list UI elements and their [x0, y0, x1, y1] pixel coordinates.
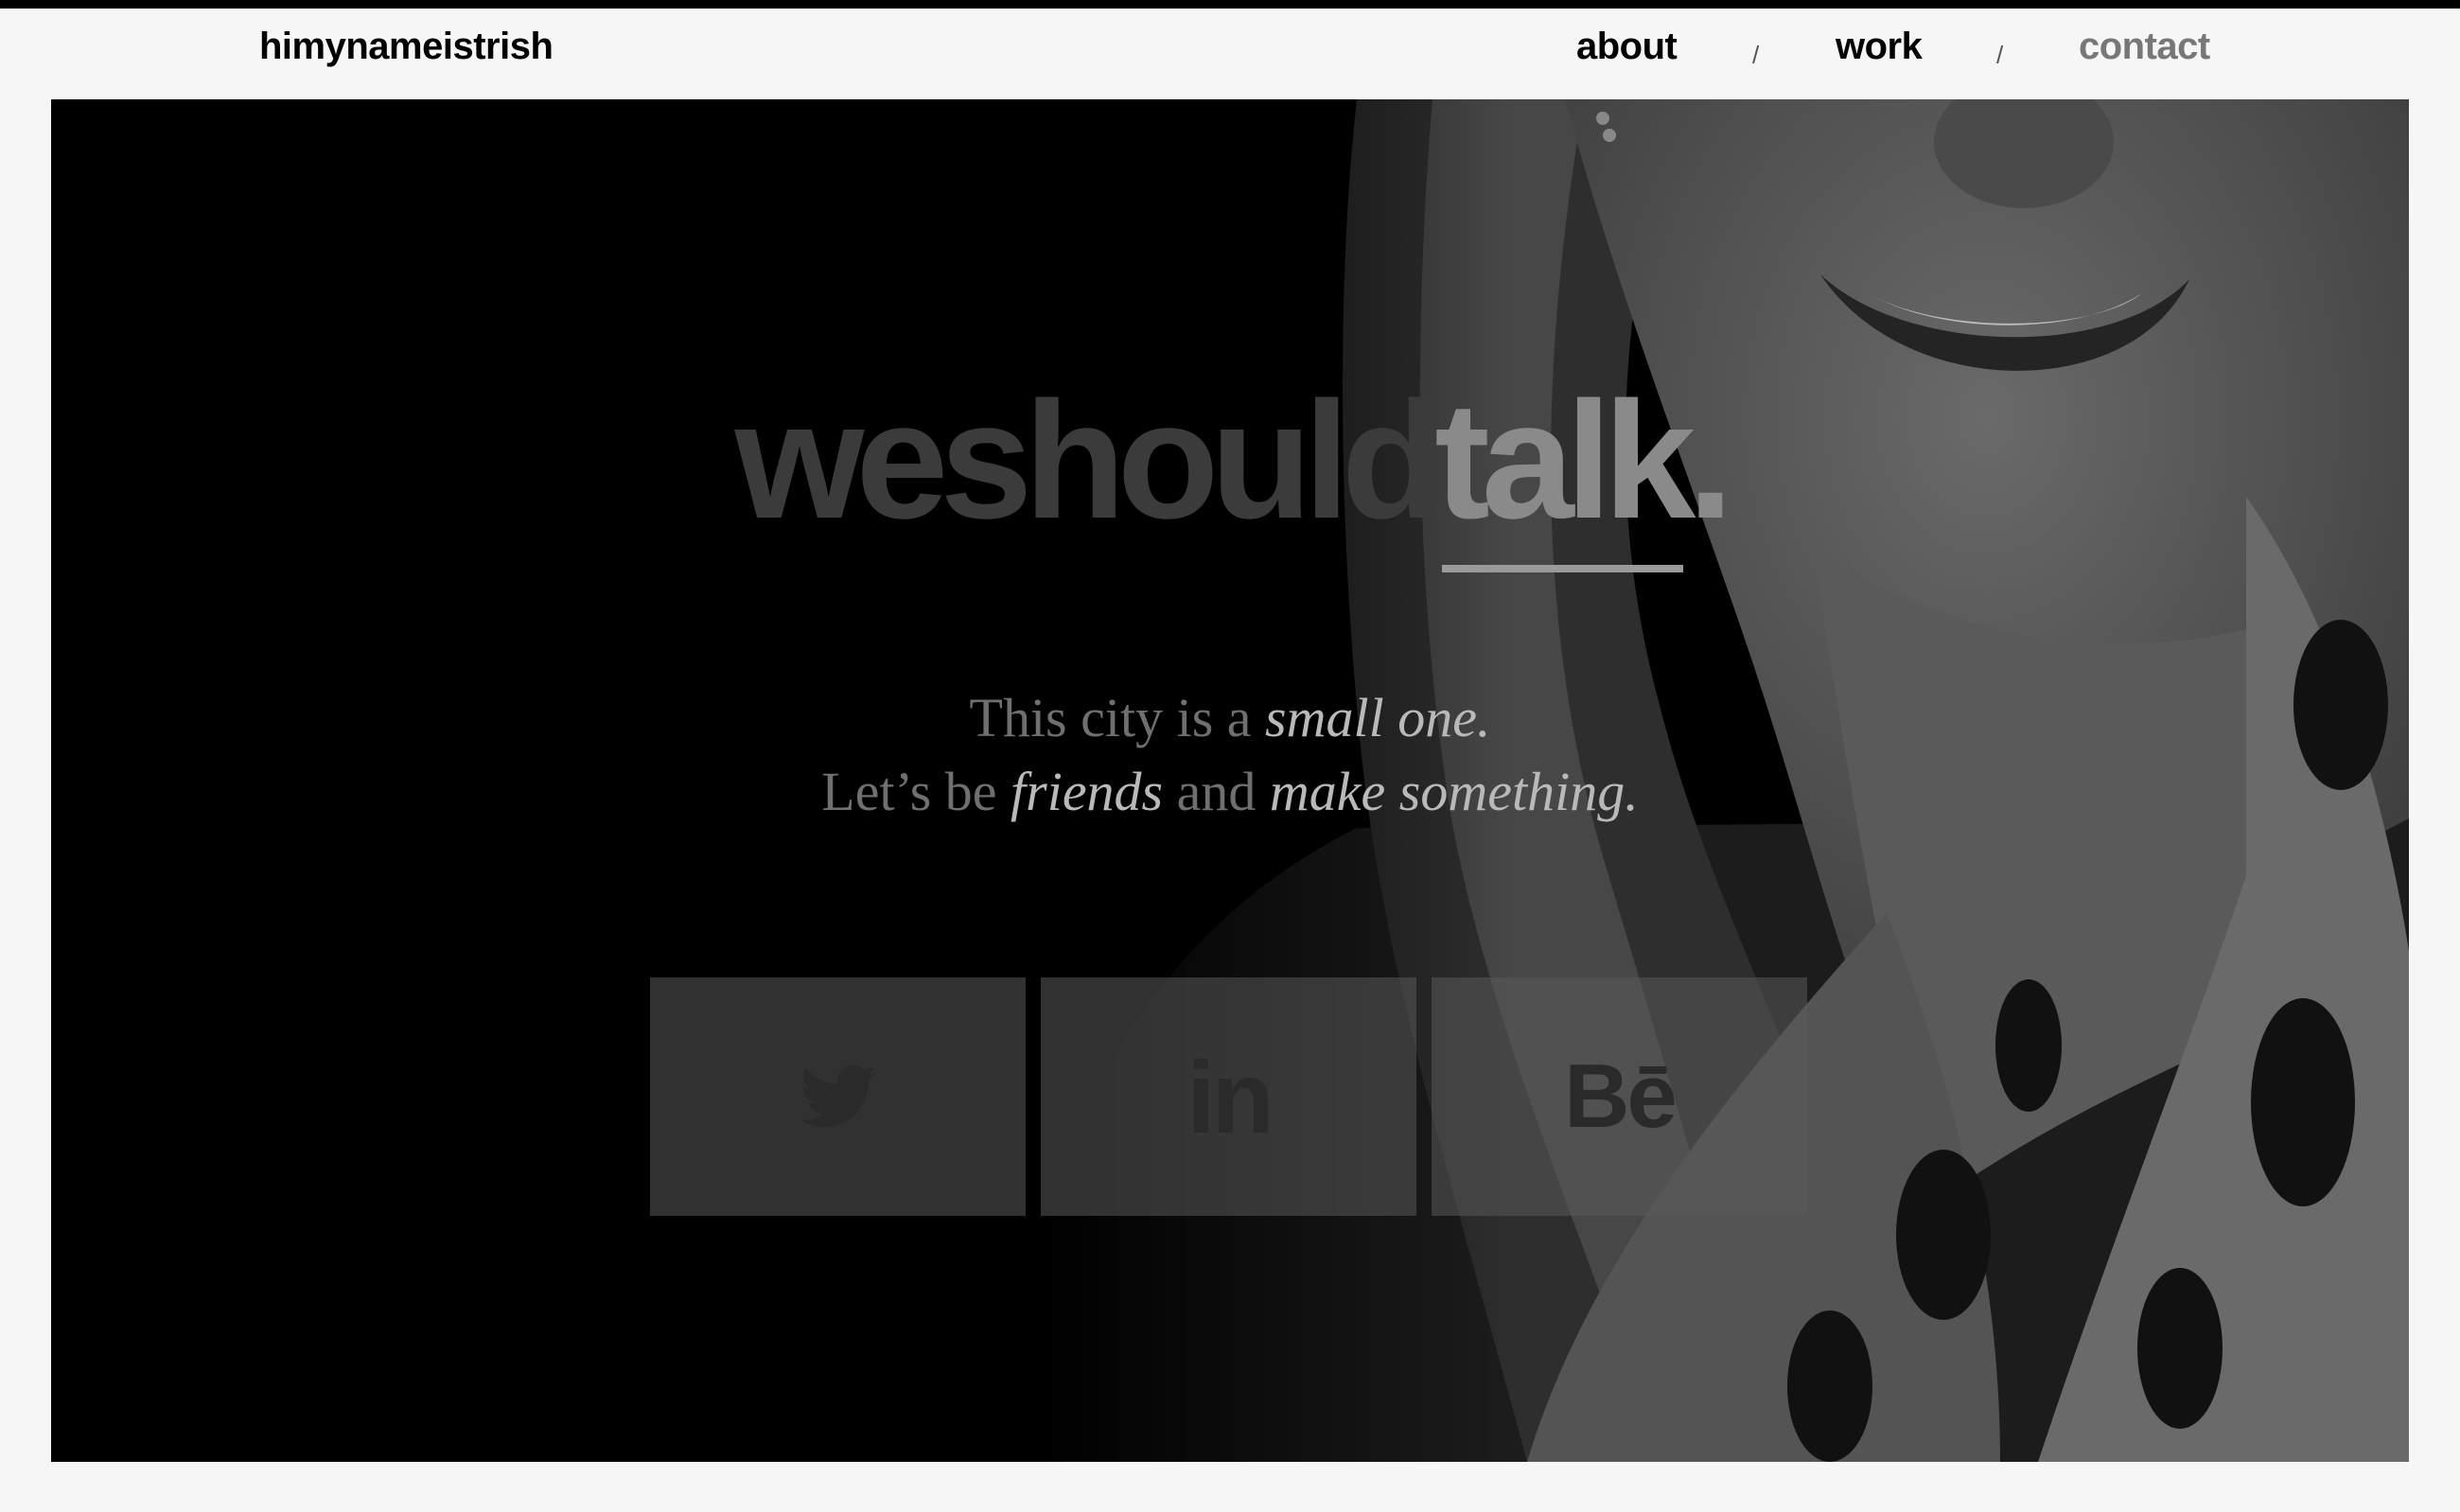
headline-weshould: weshould: [734, 368, 1444, 554]
main-nav: about / work / contact: [0, 26, 2460, 108]
tagline-emphasis: small one.: [1265, 687, 1491, 748]
nav-separator: /: [1752, 41, 1760, 69]
contact-hero: weshouldtalk. This city is a small one. …: [51, 99, 2409, 1462]
tagline-text: and: [1163, 761, 1270, 822]
twitter-bird-icon: [800, 1065, 876, 1127]
site-header: himynameistrish about / work / contact: [0, 9, 2460, 108]
behance-icon: Bē: [1564, 1046, 1678, 1147]
tagline-emphasis: friends: [1010, 761, 1164, 822]
tagline-emphasis: make something.: [1269, 761, 1639, 822]
nav-contact[interactable]: contact: [2079, 26, 2210, 68]
nav-about[interactable]: about: [1576, 26, 1678, 68]
nav-separator: /: [1996, 41, 2004, 69]
tagline-text: Let’s be: [821, 761, 1011, 822]
top-black-bar: [0, 0, 2460, 9]
headline-dot: .: [1687, 368, 1733, 554]
tagline-line-2: Let’s be friends and make something.: [51, 755, 2409, 829]
tagline-text: This city is a: [969, 687, 1266, 748]
twitter-button[interactable]: [650, 977, 1026, 1216]
tagline: This city is a small one. Let’s be frien…: [51, 681, 2409, 829]
tagline-line-1: This city is a small one.: [51, 681, 2409, 755]
headline-talk-text: talk: [1434, 368, 1696, 554]
headline-underline: [1442, 565, 1684, 572]
headline-talk: talk: [1434, 368, 1696, 572]
linkedin-button[interactable]: in: [1041, 977, 1416, 1216]
headline: weshouldtalk.: [51, 376, 2409, 572]
behance-button[interactable]: Bē: [1432, 977, 1807, 1216]
nav-work[interactable]: work: [1836, 26, 1923, 68]
linkedin-icon: in: [1186, 1039, 1274, 1154]
